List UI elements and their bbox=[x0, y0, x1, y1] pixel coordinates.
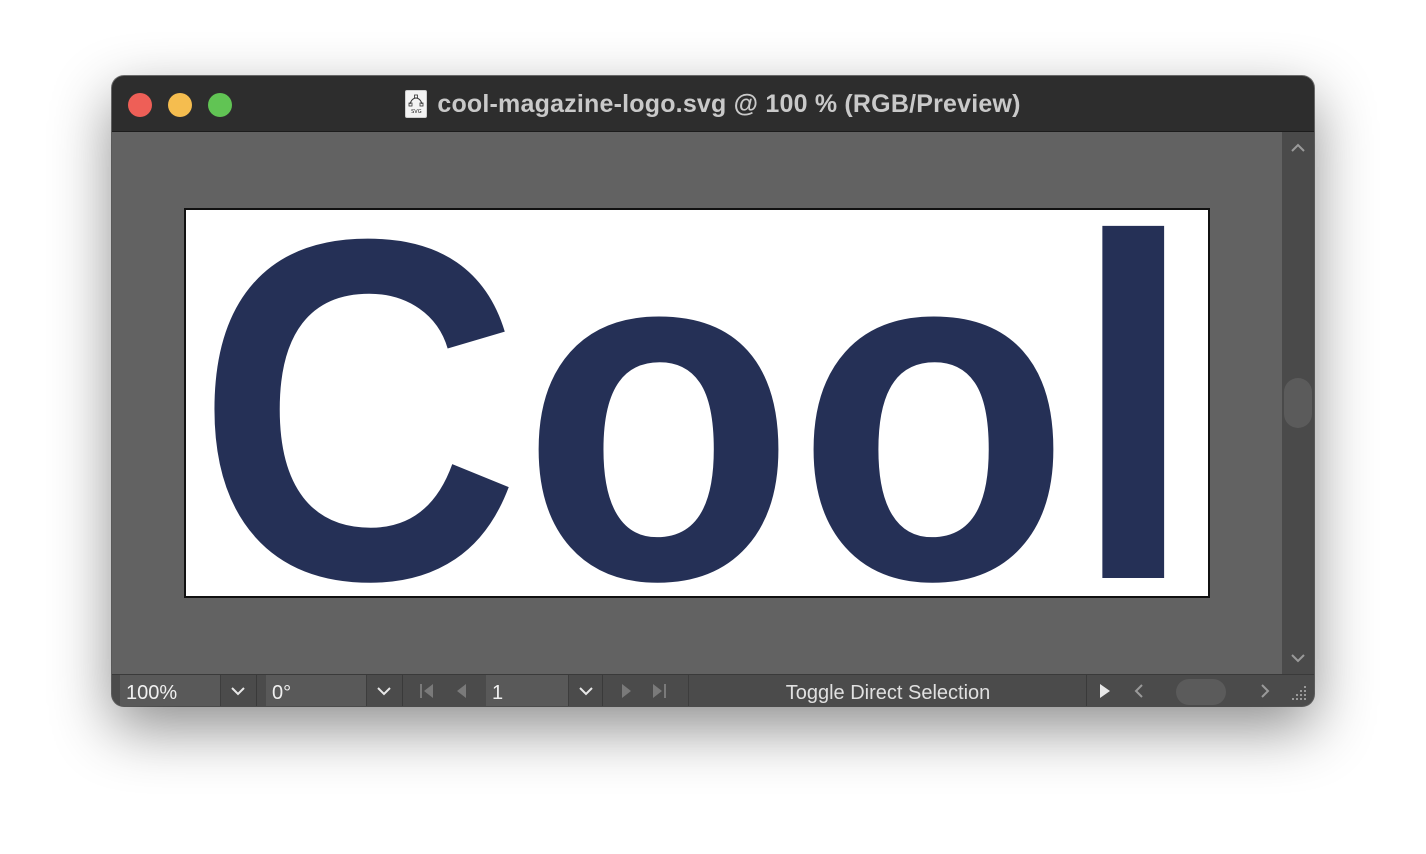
previous-artboard-icon[interactable] bbox=[450, 681, 472, 701]
window-title: cool-magazine-logo.svg @ 100 % (RGB/Prev… bbox=[437, 89, 1021, 118]
vertical-scroll-thumb[interactable] bbox=[1284, 378, 1312, 428]
first-artboard-icon[interactable] bbox=[416, 681, 438, 701]
chevron-right-icon[interactable] bbox=[1254, 681, 1276, 701]
rotation-dropdown[interactable] bbox=[366, 675, 401, 706]
zoom-value: 100% bbox=[126, 682, 178, 704]
horizontal-scroll-thumb[interactable] bbox=[1176, 679, 1226, 705]
play-icon[interactable] bbox=[1094, 681, 1116, 701]
resize-grip-icon[interactable] bbox=[1288, 683, 1310, 703]
chevron-up-icon[interactable] bbox=[1288, 138, 1308, 158]
title-bar[interactable]: SVG cool-magazine-logo.svg @ 100 % (RGB/… bbox=[112, 76, 1314, 132]
logo-artwork[interactable]: Cool bbox=[186, 210, 1208, 596]
title-group: SVG cool-magazine-logo.svg @ 100 % (RGB/… bbox=[112, 76, 1314, 132]
artboard-number-value: 1 bbox=[492, 682, 504, 704]
chevron-down-icon[interactable] bbox=[1288, 648, 1308, 668]
status-message[interactable]: Toggle Direct Selection bbox=[688, 675, 1087, 706]
chevron-down-icon bbox=[231, 687, 245, 696]
chevron-down-icon bbox=[579, 687, 593, 696]
chevron-down-icon bbox=[377, 687, 391, 696]
artboard-number-field[interactable]: 1 bbox=[486, 675, 568, 706]
artboard-dropdown[interactable] bbox=[568, 675, 603, 706]
artboard[interactable]: Cool bbox=[184, 208, 1210, 598]
zoom-field[interactable]: 100% bbox=[120, 675, 220, 706]
logo-text[interactable]: Cool bbox=[196, 210, 1196, 596]
rotation-value: 0° bbox=[272, 682, 292, 704]
canvas-area[interactable]: Cool bbox=[112, 132, 1282, 674]
vertical-scrollbar[interactable] bbox=[1282, 132, 1314, 674]
rotation-field[interactable]: 0° bbox=[266, 675, 366, 706]
status-bar: 100% 0° 1 Toggle Direct Selection bbox=[112, 674, 1314, 706]
zoom-dropdown[interactable] bbox=[220, 675, 255, 706]
svg-file-icon: SVG bbox=[405, 90, 428, 118]
next-artboard-icon[interactable] bbox=[616, 681, 638, 701]
file-icon-label: SVG bbox=[411, 109, 422, 115]
document-window: SVG cool-magazine-logo.svg @ 100 % (RGB/… bbox=[112, 76, 1314, 706]
last-artboard-icon[interactable] bbox=[648, 681, 670, 701]
chevron-left-icon[interactable] bbox=[1128, 681, 1150, 701]
